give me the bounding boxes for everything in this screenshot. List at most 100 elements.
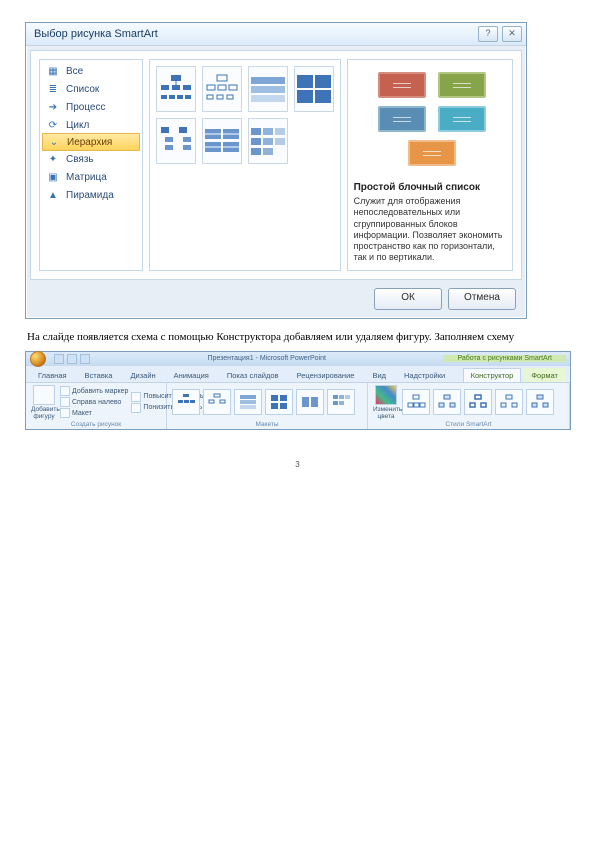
layout-preview: Простой блочный список Служит для отобра… <box>347 59 513 271</box>
style-thumb[interactable] <box>526 389 554 415</box>
qat-undo-icon[interactable] <box>67 354 77 364</box>
cancel-button[interactable]: Отмена <box>448 288 516 310</box>
layout-button[interactable]: Макет <box>60 408 128 418</box>
preview-layout-desc: Служит для отображения непоследовательны… <box>354 196 506 264</box>
add-shape-icon <box>33 385 55 405</box>
preview-block <box>408 140 456 166</box>
tab-addins[interactable]: Надстройки <box>396 368 453 382</box>
category-label: Матрица <box>66 172 107 183</box>
matrix-icon: ▣ <box>46 171 60 183</box>
bullet-icon <box>60 386 70 396</box>
grid-all-icon: ▦ <box>46 65 60 77</box>
tab-designer[interactable]: Конструктор <box>463 368 522 382</box>
body-text: На слайде появляется схема с помощью Кон… <box>27 331 568 343</box>
category-hierarchy[interactable]: ⌄ Иерархия <box>42 133 140 151</box>
category-cycle[interactable]: ⟳ Цикл <box>40 116 142 134</box>
category-list-item[interactable]: ≣ Список <box>40 80 142 98</box>
change-colors-button[interactable]: Изменить цвета <box>373 385 399 420</box>
preview-layout-name: Простой блочный список <box>354 182 506 193</box>
hierarchy-icon: ⌄ <box>47 136 61 148</box>
category-process[interactable]: ➔ Процесс <box>40 98 142 116</box>
office-orb-icon[interactable] <box>30 351 46 367</box>
category-label: Все <box>66 66 83 77</box>
layout-thumb[interactable] <box>265 389 293 415</box>
category-matrix[interactable]: ▣ Матрица <box>40 168 142 186</box>
tab-format[interactable]: Формат <box>523 368 566 382</box>
window-titlebar: Презентация1 - Microsoft PowerPoint Рабо… <box>26 352 570 366</box>
window-title: Презентация1 - Microsoft PowerPoint <box>96 355 437 362</box>
tab-review[interactable]: Рецензирование <box>289 368 363 382</box>
demote-icon <box>131 403 141 413</box>
ribbon-tabs: Главная Вставка Дизайн Анимация Показ сл… <box>26 366 570 383</box>
group-label: Макеты <box>172 420 362 428</box>
add-shape-button[interactable]: Добавить фигуру <box>31 385 57 420</box>
ok-button[interactable]: ОК <box>374 288 442 310</box>
smartart-dialog: Выбор рисунка SmartArt ? ✕ ▦ Все ≣ Списо… <box>25 22 527 319</box>
contextual-tab-title: Работа с рисунками SmartArt <box>443 355 566 362</box>
category-label: Пирамида <box>66 190 114 201</box>
qat-redo-icon[interactable] <box>80 354 90 364</box>
tab-design[interactable]: Дизайн <box>122 368 163 382</box>
style-thumb[interactable] <box>464 389 492 415</box>
category-list: ▦ Все ≣ Список ➔ Процесс ⟳ Цикл ⌄ Иера <box>39 59 143 271</box>
layout-gallery <box>149 59 341 271</box>
relationship-icon: ✦ <box>46 153 60 165</box>
arrows-icon: ➔ <box>46 101 60 113</box>
layout-thumb[interactable] <box>203 389 231 415</box>
preview-block <box>438 106 486 132</box>
style-thumb[interactable] <box>433 389 461 415</box>
palette-icon <box>375 385 397 405</box>
category-pyramid[interactable]: ▲ Пирамида <box>40 186 142 204</box>
preview-block <box>378 106 426 132</box>
add-shape-label: Добавить фигуру <box>31 406 60 420</box>
rtl-button[interactable]: Справа налево <box>60 397 128 407</box>
add-bullet-button[interactable]: Добавить маркер <box>60 386 128 396</box>
layout-thumb[interactable] <box>296 389 324 415</box>
preview-block <box>378 72 426 98</box>
group-create-graphic: Добавить фигуру Добавить маркер Справа н… <box>26 383 167 429</box>
change-colors-label: Изменить цвета <box>373 406 402 420</box>
layouts-gallery[interactable] <box>172 389 355 415</box>
close-button[interactable]: ✕ <box>502 26 522 42</box>
tab-view[interactable]: Вид <box>364 368 394 382</box>
cycle-icon: ⟳ <box>46 119 60 131</box>
pyramid-icon: ▲ <box>46 189 60 201</box>
promote-icon <box>131 392 141 402</box>
help-button[interactable]: ? <box>478 26 498 42</box>
group-styles: Изменить цвета Стили SmartArt <box>368 383 570 429</box>
dialog-buttons: ОК Отмена <box>26 284 526 318</box>
layout-icon <box>60 408 70 418</box>
ribbon-screenshot: Презентация1 - Microsoft PowerPoint Рабо… <box>25 351 571 430</box>
layout-thumb[interactable] <box>202 118 242 164</box>
tab-home[interactable]: Главная <box>30 368 75 382</box>
layout-thumb[interactable] <box>156 66 196 112</box>
category-label: Список <box>66 84 99 95</box>
layout-thumb[interactable] <box>172 389 200 415</box>
group-layouts: Макеты <box>167 383 368 429</box>
layout-thumb[interactable] <box>248 66 288 112</box>
layout-thumb[interactable] <box>202 66 242 112</box>
qat-save-icon[interactable] <box>54 354 64 364</box>
ribbon-body: Добавить фигуру Добавить маркер Справа н… <box>26 383 570 429</box>
dialog-titlebar: Выбор рисунка SmartArt ? ✕ <box>26 23 526 46</box>
category-relationship[interactable]: ✦ Связь <box>40 150 142 168</box>
category-all[interactable]: ▦ Все <box>40 62 142 80</box>
list-icon: ≣ <box>46 83 60 95</box>
layout-thumb[interactable] <box>248 118 288 164</box>
layout-thumb[interactable] <box>156 118 196 164</box>
style-thumb[interactable] <box>495 389 523 415</box>
preview-canvas <box>354 66 506 176</box>
layout-thumb[interactable] <box>327 389 355 415</box>
preview-block <box>438 72 486 98</box>
category-label: Связь <box>66 154 94 165</box>
dialog-title: Выбор рисунка SmartArt <box>34 28 158 40</box>
group-label: Стили SmartArt <box>373 420 564 428</box>
layout-thumb[interactable] <box>294 66 334 112</box>
tab-insert[interactable]: Вставка <box>77 368 121 382</box>
tab-animations[interactable]: Анимация <box>166 368 217 382</box>
styles-gallery[interactable] <box>402 389 554 415</box>
style-thumb[interactable] <box>402 389 430 415</box>
layout-thumb[interactable] <box>234 389 262 415</box>
group-label: Создать рисунок <box>31 420 161 428</box>
tab-slideshow[interactable]: Показ слайдов <box>219 368 287 382</box>
